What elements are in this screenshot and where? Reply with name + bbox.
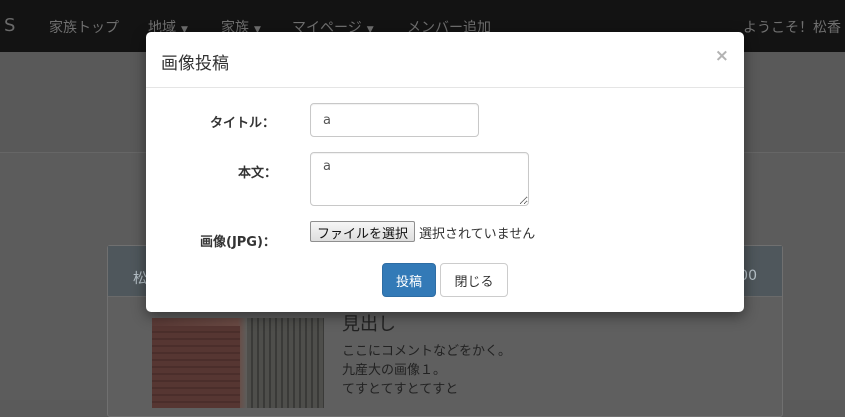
body-textarea[interactable]: a <box>310 152 529 206</box>
body-label: 本文： <box>238 166 278 181</box>
post-title: 見出し <box>342 314 396 335</box>
modal-header: 画像投稿 × <box>146 32 744 88</box>
nav-item-family-top[interactable]: 家族トップ <box>49 17 119 37</box>
image-label: 画像(JPG)： <box>200 235 276 250</box>
post-line: てすとてすとてすと <box>342 382 459 397</box>
file-choose-button[interactable]: ファイルを選択 <box>310 221 416 242</box>
title-label: タイトル： <box>210 116 276 131</box>
close-button[interactable]: 閉じる <box>440 263 508 297</box>
brand[interactable]: S <box>4 15 15 36</box>
welcome-text[interactable]: ようこそ！松香 <box>743 17 841 37</box>
image-post-modal: 画像投稿 × タイトル： 本文： a 画像(JPG)： ファイルを選択 選択され… <box>146 32 744 312</box>
modal-title: 画像投稿 <box>161 54 229 74</box>
nav-item-label: 家族トップ <box>49 20 119 36</box>
file-status-text: 選択されていません <box>419 227 536 242</box>
close-icon[interactable]: × <box>715 46 729 66</box>
post-line: ここにコメントなどをかく。 <box>342 344 512 359</box>
post-line: 九産大の画像１。 <box>342 363 447 378</box>
panel-heading-left: 松 <box>133 271 147 287</box>
post-image <box>152 318 324 408</box>
title-input[interactable] <box>310 103 479 137</box>
submit-button[interactable]: 投稿 <box>382 263 436 297</box>
